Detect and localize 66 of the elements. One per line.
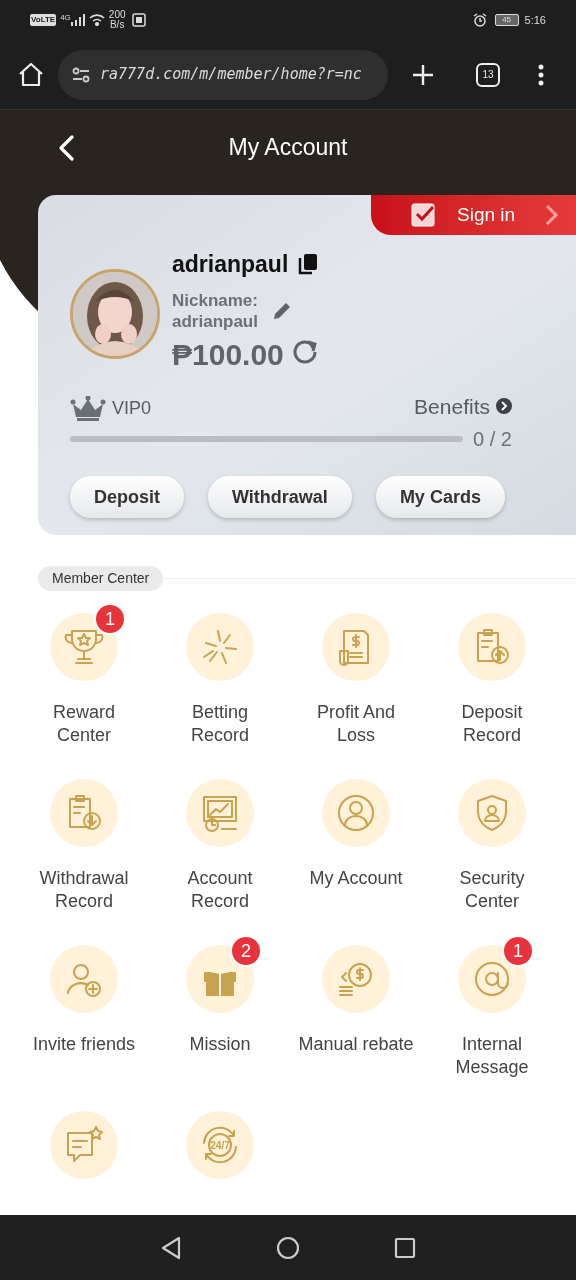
member-menu-item[interactable]: My Account: [288, 767, 424, 913]
edit-icon[interactable]: [272, 300, 292, 321]
member-menu-item[interactable]: Invite friends: [16, 933, 152, 1079]
menu-label: Account Record: [186, 867, 254, 913]
member-menu-item[interactable]: Account Record: [152, 767, 288, 913]
signal-icon: [70, 14, 85, 26]
page-title: My Account: [228, 133, 348, 163]
menu-label: Manual rebate: [298, 1033, 414, 1056]
member-menu-item[interactable]: Withdrawal Record: [16, 767, 152, 913]
checkbox-icon: [411, 202, 437, 228]
more-menu-icon[interactable]: [538, 63, 544, 86]
menu-label: My Account: [309, 867, 403, 890]
section-label: Member Center: [38, 566, 164, 591]
copy-icon[interactable]: [298, 253, 319, 276]
sign-in-ribbon[interactable]: Sign in: [371, 195, 576, 235]
home-icon[interactable]: [18, 61, 44, 88]
speed-value: 200: [108, 10, 126, 20]
menu-label: Withdrawal Record: [38, 867, 130, 913]
vip-level: VIP0: [112, 397, 152, 420]
menu-label: Security Center: [458, 867, 526, 913]
member-menu-item[interactable]: Betting Record: [152, 601, 288, 747]
member-menu-item[interactable]: Profit And Loss: [288, 601, 424, 747]
menu-label: Invite friends: [32, 1033, 136, 1056]
benefits-link[interactable]: Benefits: [414, 390, 512, 422]
network-type: 4G: [60, 12, 71, 24]
balance: ₱100.00: [172, 336, 284, 373]
notification-badge: 1: [502, 935, 534, 967]
address-bar[interactable]: ra777d.com/m/member/home?r=nc: [58, 49, 388, 100]
battery-indicator: 45: [494, 14, 519, 26]
wifi-icon: [88, 14, 105, 26]
username: adrianpaul: [172, 250, 289, 279]
alarm-icon: [472, 13, 487, 27]
member-menu-item[interactable]: Security Center: [424, 767, 560, 913]
speed-unit: B/s: [109, 20, 125, 30]
member-menu-item[interactable]: Manual rebate: [288, 933, 424, 1079]
crown-icon: [70, 395, 106, 422]
arrow-circle-icon: [496, 398, 512, 415]
member-menu-item[interactable]: 1 Reward Center: [16, 601, 152, 747]
menu-label: Reward Center: [52, 701, 116, 747]
menu-label: Profit And Loss: [315, 701, 396, 747]
site-settings-icon[interactable]: [72, 66, 90, 83]
new-tab-icon[interactable]: [412, 63, 434, 86]
nickname: adrianpaul: [172, 310, 258, 332]
account-action-button[interactable]: Withdrawal: [208, 476, 352, 518]
chevron-right-icon: [545, 204, 560, 226]
menu-label: Internal Message: [454, 1033, 530, 1079]
menu-label: Mission: [189, 1033, 251, 1056]
account-action-button[interactable]: My Cards: [375, 476, 505, 518]
home-nav-icon[interactable]: [276, 1235, 300, 1260]
notification-badge: 2: [230, 935, 262, 967]
recents-nav-icon[interactable]: [394, 1236, 416, 1259]
url-text: ra777d.com/m/member/home?r=nc: [100, 64, 362, 86]
clock: 5:16: [524, 12, 546, 28]
volte-indicator: VoLTE: [30, 14, 57, 26]
member-menu-item[interactable]: Deposit Record: [424, 601, 560, 747]
tab-count-button[interactable]: 13: [476, 62, 500, 87]
notification-icon: [131, 13, 146, 27]
vip-progress-reading: 0 / 2: [473, 427, 512, 452]
menu-label: Deposit Record: [460, 701, 524, 747]
account-action-button[interactable]: Deposit: [70, 476, 184, 518]
notification-badge: 1: [94, 603, 126, 635]
member-menu-item[interactable]: 2 Mission: [152, 933, 288, 1079]
member-menu-item[interactable]: 1 Internal Message: [424, 933, 560, 1079]
back-nav-icon[interactable]: [160, 1235, 182, 1260]
nickname-label: Nickname:: [172, 289, 258, 311]
menu-label: Betting Record: [190, 701, 250, 747]
